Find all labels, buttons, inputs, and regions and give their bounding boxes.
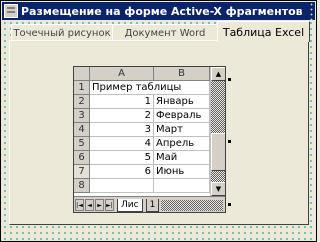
cell-b6[interactable]: Май <box>154 151 210 165</box>
tab-label: Документ Word <box>124 27 206 39</box>
row-header[interactable]: 2 <box>74 95 90 109</box>
window-app-icon[interactable] <box>4 4 18 18</box>
cell-b4[interactable]: Март <box>154 123 210 137</box>
cell-a2[interactable]: 1 <box>90 95 154 109</box>
resize-handle-right[interactable] <box>228 140 231 143</box>
tab-strip: Точечный рисунок Документ Word Таблица E… <box>9 21 310 42</box>
vertical-scrollbar[interactable]: ▲ ▼ <box>210 67 225 196</box>
cell-b7[interactable]: Июнь <box>154 165 210 179</box>
row-header[interactable]: 7 <box>74 165 90 179</box>
column-header-a[interactable]: A <box>90 67 154 81</box>
row-header[interactable]: 4 <box>74 123 90 137</box>
cell-b2[interactable]: Январь <box>154 95 210 109</box>
horizontal-scrollbar[interactable] <box>161 199 223 211</box>
cell-b3[interactable]: Февраль <box>154 109 210 123</box>
tab-bitmap[interactable]: Точечный рисунок <box>11 24 113 41</box>
first-sheet-icon[interactable]: |◄ <box>75 199 84 211</box>
sheet-tab[interactable]: Лис <box>117 198 143 212</box>
cell-a7[interactable]: 6 <box>90 165 154 179</box>
prev-sheet-icon[interactable]: ◄ <box>85 199 94 211</box>
sheet-tab-2[interactable]: 1 <box>145 198 160 212</box>
cell-a5[interactable]: 4 <box>90 137 154 151</box>
resize-handle-top-right[interactable] <box>228 78 231 81</box>
tab-label: Точечный рисунок <box>13 27 111 39</box>
row-header[interactable]: 3 <box>74 109 90 123</box>
cell-a3[interactable]: 2 <box>90 109 154 123</box>
cell-a4[interactable]: 3 <box>90 123 154 137</box>
last-sheet-icon[interactable]: ►| <box>105 199 114 211</box>
resize-handle-bottom-right[interactable] <box>228 203 231 206</box>
next-sheet-icon[interactable]: ► <box>95 199 104 211</box>
cell-b8[interactable] <box>154 179 210 193</box>
titlebar-grip <box>308 2 315 20</box>
scrollbar-thumb[interactable] <box>211 133 225 171</box>
scroll-down-icon[interactable]: ▼ <box>211 182 225 196</box>
title-bar[interactable]: Размещение на форме Active-X фрагментов <box>2 2 315 20</box>
row-header[interactable]: 1 <box>74 81 90 95</box>
cell-a6[interactable]: 5 <box>90 151 154 165</box>
cell-b5[interactable]: Апрель <box>154 137 210 151</box>
row-header[interactable]: 6 <box>74 151 90 165</box>
column-header-b[interactable]: B <box>154 67 210 81</box>
window-title: Размещение на форме Active-X фрагментов <box>21 4 303 18</box>
excel-ole-object[interactable]: A B 1 Пример таблицы 2 1 Январь 3 2 Февр… <box>73 66 226 213</box>
scroll-up-icon[interactable]: ▲ <box>211 67 225 81</box>
tab-word-document[interactable]: Документ Word <box>112 24 218 41</box>
sheet-tab-bar: |◄ ◄ ► ►| Лис 1 <box>74 196 225 212</box>
cell-a8[interactable] <box>90 179 154 193</box>
row-header[interactable]: 5 <box>74 137 90 151</box>
tab-excel-table[interactable]: Таблица Excel <box>217 21 310 42</box>
select-all-corner[interactable] <box>74 67 90 81</box>
cell-a1[interactable]: Пример таблицы <box>90 81 210 95</box>
row-header[interactable]: 8 <box>74 179 90 193</box>
tab-label: Таблица Excel <box>222 25 305 39</box>
